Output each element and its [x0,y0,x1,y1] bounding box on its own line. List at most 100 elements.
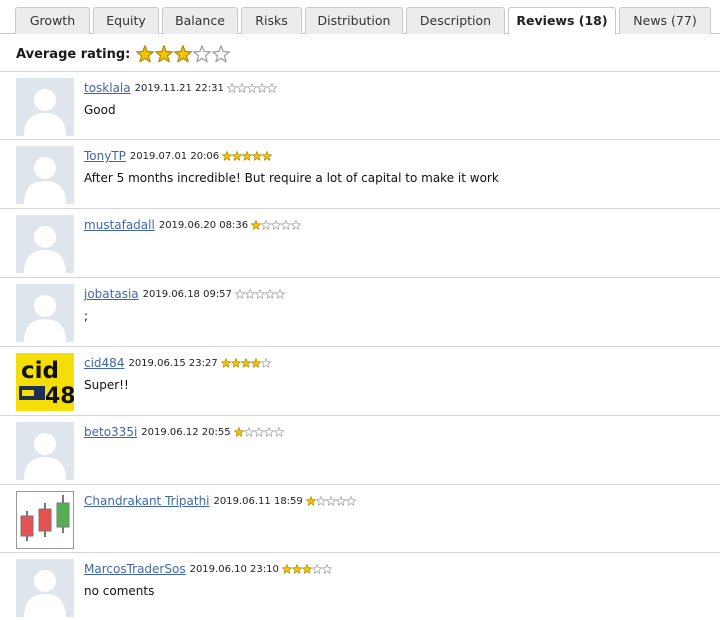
star-filled-icon [262,151,273,161]
star-empty-icon [281,220,292,230]
review-item: MarcosTraderSos 2019.06.10 23:10 no come… [0,552,720,620]
star-empty-icon [264,289,275,299]
star-empty-icon [315,496,326,506]
star-filled-icon [230,358,241,368]
review-rating-stars [234,289,285,299]
star-empty-icon [212,45,231,63]
star-empty-icon [321,564,332,574]
star-empty-icon [246,83,257,93]
star-empty-icon [253,427,264,437]
star-empty-icon [193,45,212,63]
tab-balance[interactable]: Balance [162,7,238,34]
candlestick-avatar-icon[interactable] [16,491,74,549]
default-avatar-icon[interactable] [16,559,74,617]
star-empty-icon [261,220,272,230]
star-filled-icon [242,151,253,161]
star-filled-icon [240,358,251,368]
star-empty-icon [260,358,271,368]
review-author-link[interactable]: tosklala [84,81,131,95]
default-avatar-icon[interactable] [16,422,74,480]
star-filled-icon [291,564,302,574]
star-filled-icon [301,564,312,574]
review-item: tosklala 2019.11.21 22:31 Good [0,71,720,139]
star-filled-icon [250,358,261,368]
star-empty-icon [254,289,265,299]
tab-bar: Growth Equity Balance Risks Distribution… [0,0,720,35]
star-filled-icon [136,45,155,63]
star-filled-icon [232,151,243,161]
star-filled-icon [155,45,174,63]
star-filled-icon [251,220,262,230]
star-empty-icon [325,496,336,506]
review-item: mustafadall 2019.06.20 08:36 [0,208,720,277]
star-empty-icon [345,496,356,506]
review-author-link[interactable]: MarcosTraderSos [84,562,186,576]
star-filled-icon [174,45,193,63]
star-empty-icon [193,45,212,63]
review-date: 2019.06.12 20:55 [141,426,231,438]
default-avatar-icon[interactable] [16,215,74,273]
review-text: ; [84,309,89,323]
star-filled-icon [242,151,253,161]
tab-growth[interactable]: Growth [15,7,90,34]
tab-description[interactable]: Description [406,7,505,34]
star-filled-icon [252,151,263,161]
star-empty-icon [335,496,346,506]
star-empty-icon [236,83,247,93]
review-author-link[interactable]: beto335i [84,425,137,439]
star-empty-icon [274,289,285,299]
star-empty-icon [311,564,322,574]
star-empty-icon [246,83,257,93]
review-rating-stars [220,358,271,368]
star-empty-icon [281,220,292,230]
star-empty-icon [256,83,267,93]
review-author-link[interactable]: jobatasia [84,287,139,301]
star-filled-icon [251,220,262,230]
tab-news[interactable]: News (77) [619,7,711,34]
default-avatar-icon[interactable] [16,78,74,136]
star-filled-icon [305,496,316,506]
tab-risks[interactable]: Risks [241,7,302,34]
star-empty-icon [244,289,255,299]
review-author-link[interactable]: mustafadall [84,218,155,232]
star-empty-icon [243,427,254,437]
review-item: jobatasia 2019.06.18 09:57 ; [0,277,720,346]
review-text: Good [84,103,116,117]
review-rating-stars [305,496,356,506]
star-empty-icon [291,220,302,230]
review-author-link[interactable]: Chandrakant Tripathi [84,494,210,508]
star-filled-icon [222,151,233,161]
star-empty-icon [291,220,302,230]
star-empty-icon [311,564,322,574]
default-avatar-icon[interactable] [16,146,74,204]
review-rating-stars [233,427,284,437]
review-rating-stars [281,564,332,574]
review-author-link[interactable]: TonyTP [84,149,126,163]
star-empty-icon [325,496,336,506]
average-rating-label: Average rating: [16,46,131,62]
review-date: 2019.06.10 23:10 [189,563,279,575]
star-empty-icon [212,45,231,63]
review-author-link[interactable]: cid484 [84,356,124,370]
star-empty-icon [236,83,247,93]
review-item: beto335i 2019.06.12 20:55 [0,415,720,484]
tab-reviews[interactable]: Reviews (18) [508,7,616,35]
tab-equity[interactable]: Equity [93,7,159,34]
star-empty-icon [273,427,284,437]
review-item: TonyTP 2019.07.01 20:06 After 5 months i… [0,139,720,208]
default-avatar-icon[interactable] [16,284,74,342]
star-filled-icon [291,564,302,574]
star-empty-icon [274,289,285,299]
review-date: 2019.06.11 18:59 [213,495,303,507]
star-empty-icon [244,289,255,299]
star-filled-icon [250,358,261,368]
star-filled-icon [233,427,244,437]
star-filled-icon [252,151,263,161]
star-empty-icon [253,427,264,437]
cid-logo-text: cid [21,358,59,384]
star-empty-icon [234,289,245,299]
tab-distribution[interactable]: Distribution [305,7,403,34]
cid-logo-avatar-icon[interactable]: cid 48 [16,353,74,411]
review-rating-stars [222,151,273,161]
star-empty-icon [243,427,254,437]
